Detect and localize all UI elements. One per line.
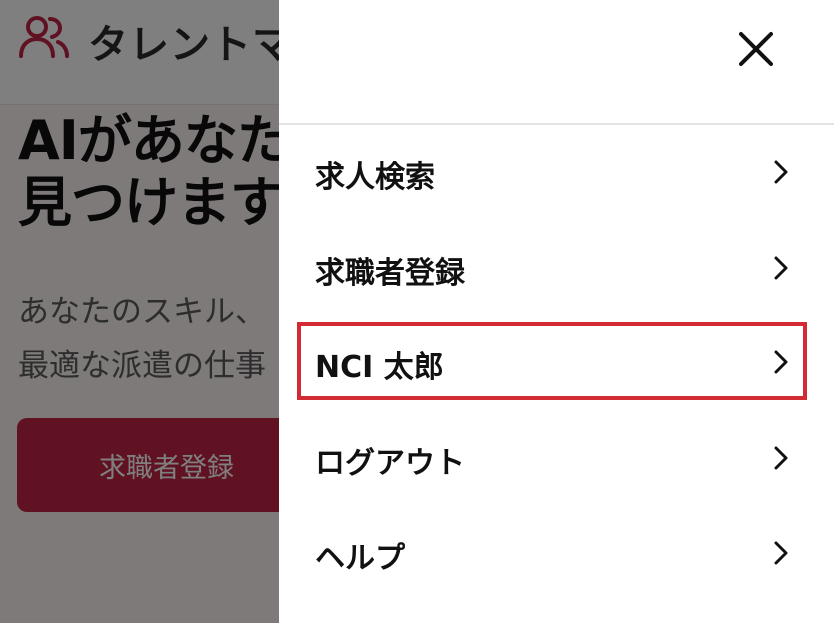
close-button[interactable]	[731, 24, 781, 74]
menu-item-label: ログアウト	[315, 446, 465, 481]
chevron-right-icon	[771, 254, 791, 282]
chevron-right-icon	[771, 348, 791, 376]
close-icon	[731, 32, 781, 77]
chevron-right-icon	[771, 539, 791, 567]
menu-item-job-search[interactable]: 求人検索	[279, 132, 834, 212]
menu-item-label: NCI 太郎	[315, 350, 444, 385]
menu-item-label: ヘルプ	[315, 541, 405, 576]
menu-item-user-profile[interactable]: NCI 太郎	[279, 322, 834, 402]
menu-item-label: 求人検索	[315, 160, 435, 195]
menu-item-logout[interactable]: ログアウト	[279, 418, 834, 498]
navigation-drawer: 求人検索 求職者登録 NCI 太郎 ログアウト ヘルプ	[279, 0, 834, 623]
chevron-right-icon	[771, 158, 791, 186]
menu-item-help[interactable]: ヘルプ	[279, 513, 834, 593]
menu-item-label: 求職者登録	[315, 256, 465, 291]
chevron-right-icon	[771, 444, 791, 472]
drawer-header	[279, 0, 834, 125]
menu-item-register[interactable]: 求職者登録	[279, 228, 834, 308]
